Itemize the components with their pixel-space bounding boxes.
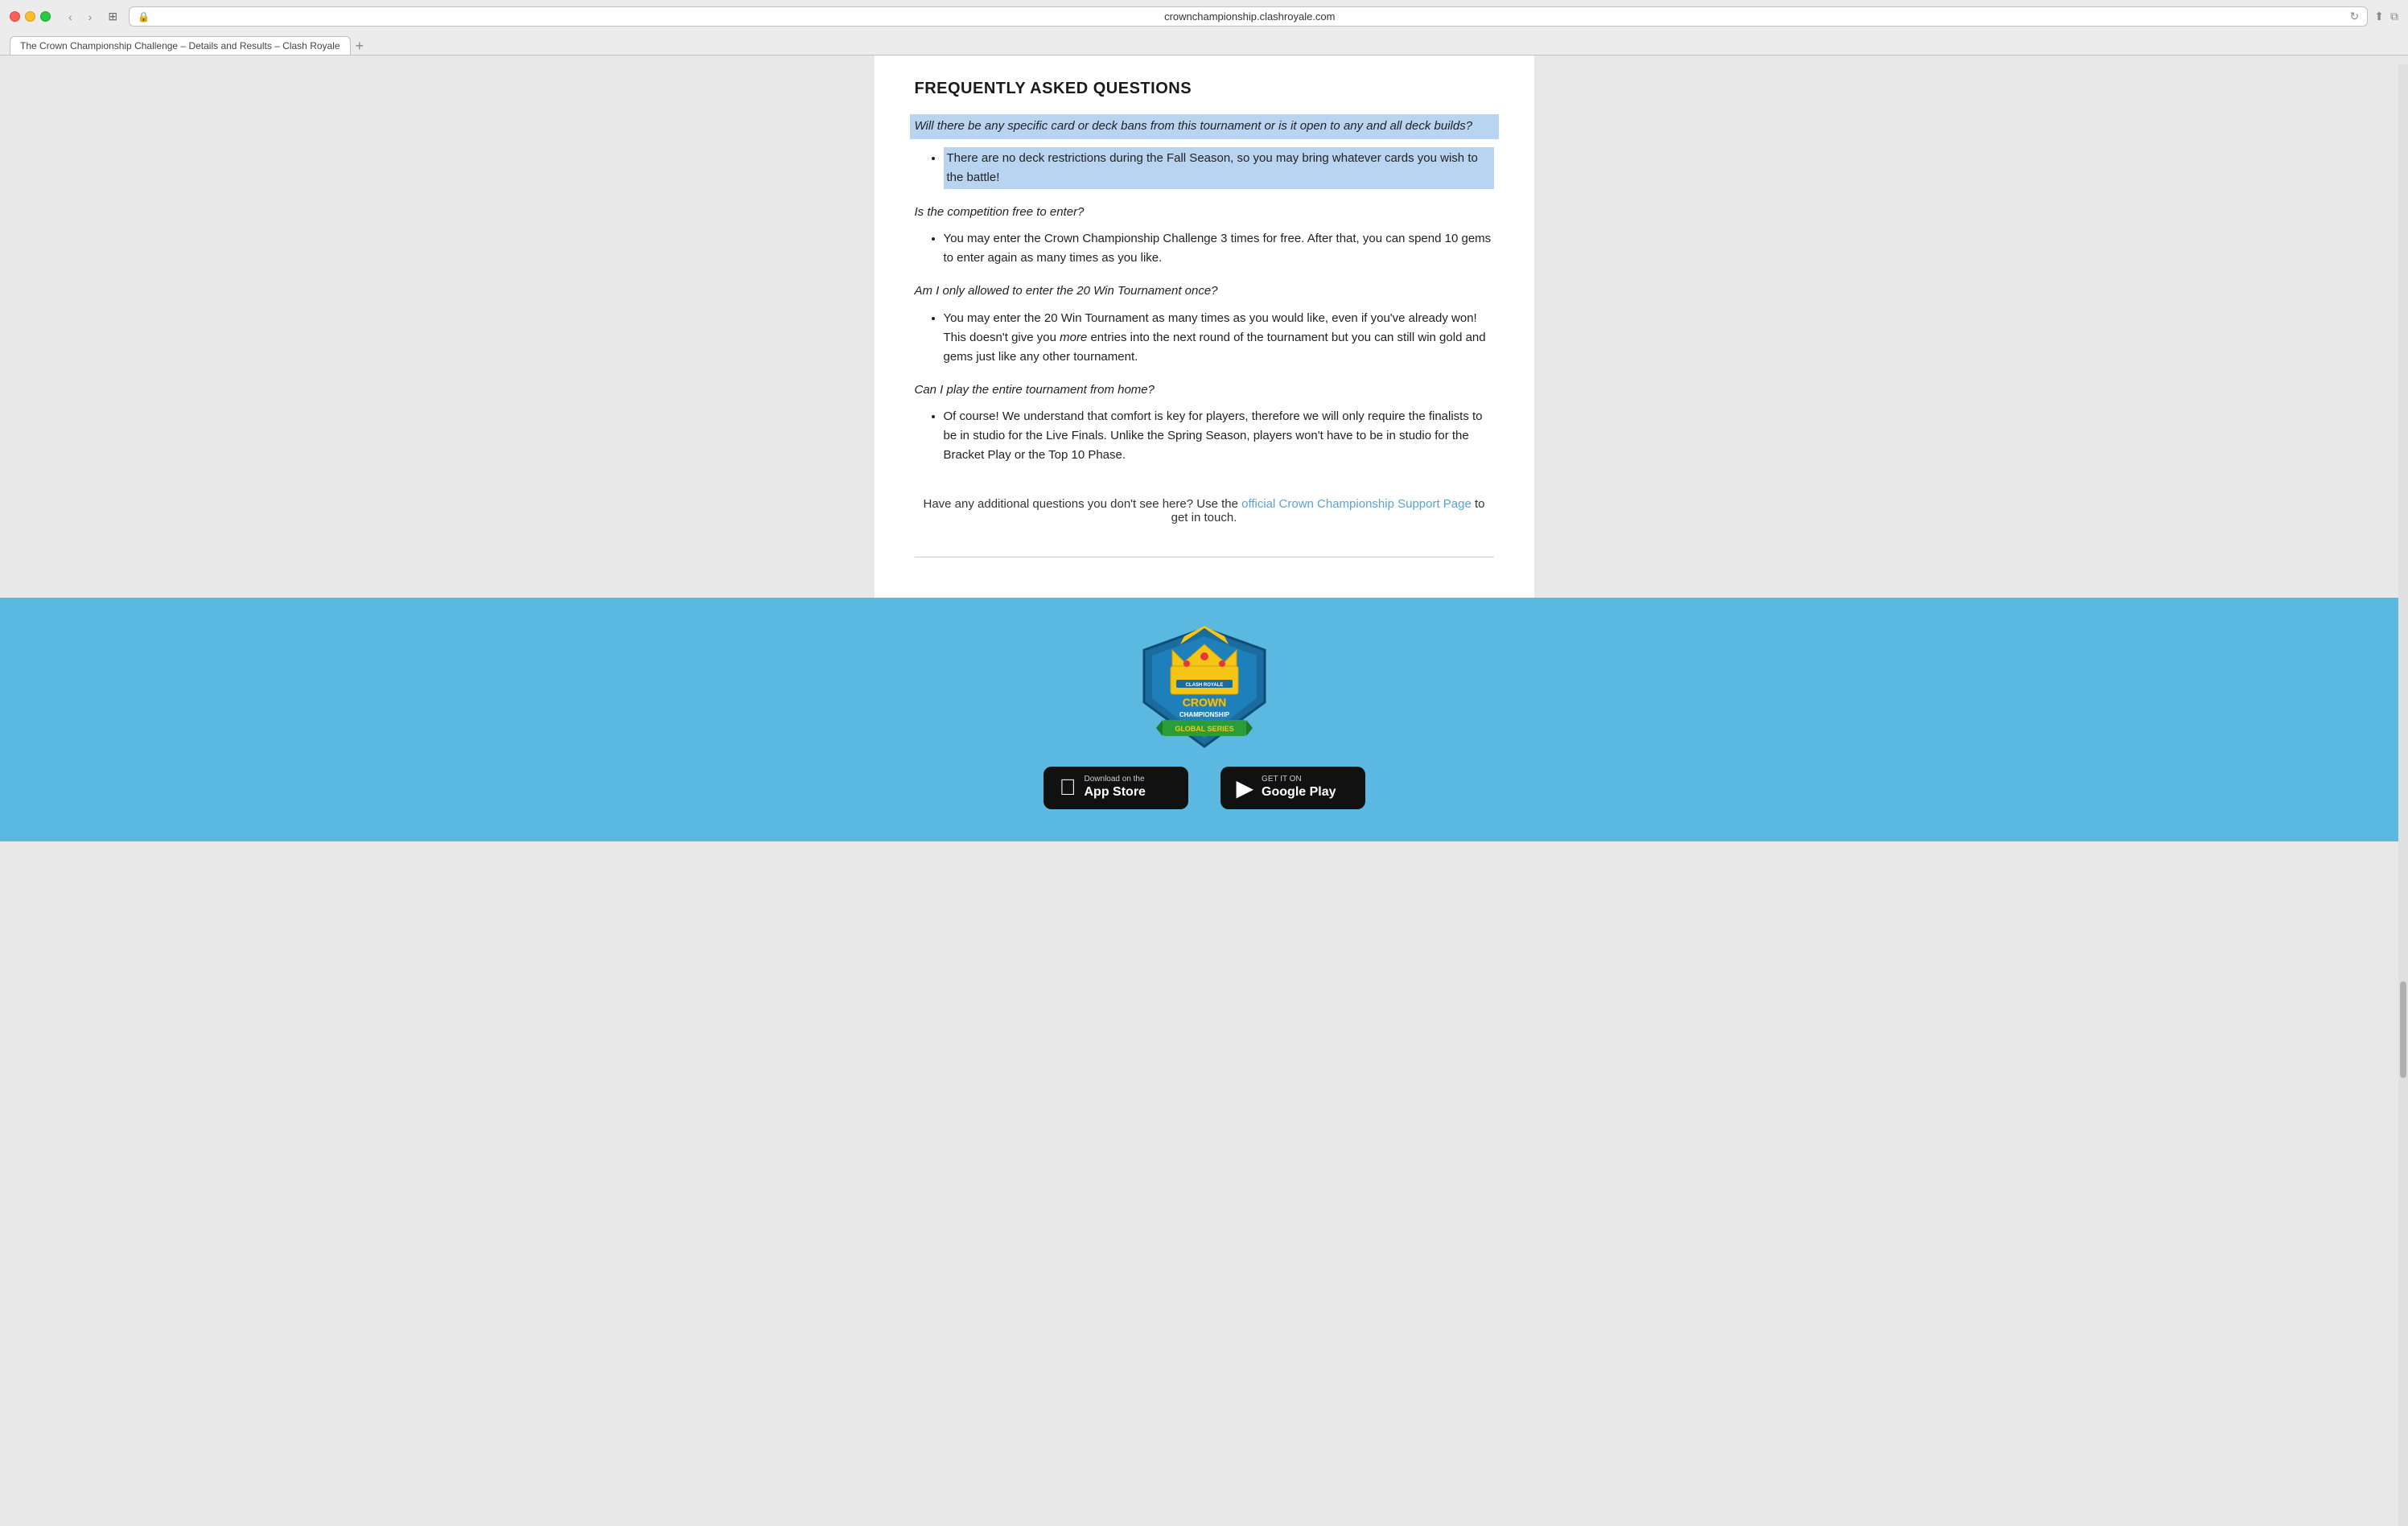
faq-question-4: Can I play the entire tournament from ho… <box>915 381 1494 400</box>
faq-question-3: Am I only allowed to enter the 20 Win To… <box>915 282 1494 301</box>
support-text-before: Have any additional questions you don't … <box>923 497 1241 511</box>
faq-answer-2: You may enter the Crown Championship Cha… <box>931 229 1494 268</box>
google-play-icon: ▶ <box>1237 775 1254 801</box>
tab-view-button[interactable]: ⊞ <box>103 8 122 25</box>
lock-icon: 🔒 <box>138 11 150 23</box>
title-bar: ‹ › ⊞ 🔒 crownchampionship.clashroyale.co… <box>10 6 2398 33</box>
close-button[interactable] <box>10 11 20 22</box>
svg-text:GLOBAL SERIES: GLOBAL SERIES <box>1175 725 1233 733</box>
address-bar[interactable]: 🔒 crownchampionship.clashroyale.com ↻ <box>129 6 2368 27</box>
content-card: FREQUENTLY ASKED QUESTIONS Will there be… <box>875 56 1534 598</box>
app-store-button[interactable]:  Download on the App Store <box>1043 767 1188 809</box>
back-button[interactable]: ‹ <box>64 9 77 25</box>
forward-button[interactable]: › <box>84 9 97 25</box>
active-tab[interactable]: The Crown Championship Challenge – Detai… <box>10 36 351 55</box>
app-store-name: App Store <box>1085 784 1146 801</box>
faq-section: FREQUENTLY ASKED QUESTIONS Will there be… <box>915 80 1494 557</box>
store-buttons:  Download on the App Store ▶ GET IT ON … <box>1043 767 1365 809</box>
reload-button[interactable]: ↻ <box>2350 10 2360 23</box>
faq-answer-item-2: You may enter the Crown Championship Cha… <box>944 229 1494 268</box>
apple-icon:  <box>1060 775 1076 800</box>
browser-chrome: ‹ › ⊞ 🔒 crownchampionship.clashroyale.co… <box>0 0 2408 56</box>
traffic-lights <box>10 11 51 22</box>
faq-question-2: Is the competition free to enter? <box>915 204 1494 222</box>
new-tab-sidebar-button[interactable]: ⧉ <box>2390 10 2398 23</box>
faq-answer-1: There are no deck restrictions during th… <box>931 147 1494 189</box>
share-button[interactable]: ⬆ <box>2374 10 2384 23</box>
faq-answer-item-3: You may enter the 20 Win Tournament as m… <box>944 309 1494 367</box>
minimize-button[interactable] <box>25 11 35 22</box>
google-play-text: GET IT ON Google Play <box>1262 775 1336 801</box>
svg-text:CHAMPIONSHIP: CHAMPIONSHIP <box>1179 711 1229 718</box>
faq-answer-4: Of course! We understand that comfort is… <box>931 407 1494 465</box>
google-play-name: Google Play <box>1262 784 1336 801</box>
scrollbar[interactable] <box>2398 64 2408 1526</box>
google-play-sub: GET IT ON <box>1262 775 1336 784</box>
crown-championship-logo: CLASH ROYALE CROWN CHAMPIONSHIP GLOBAL S… <box>1132 622 1277 751</box>
faq-answer-3: You may enter the 20 Win Tournament as m… <box>931 309 1494 367</box>
scrollbar-thumb[interactable] <box>2400 981 2406 1078</box>
support-text: Have any additional questions you don't … <box>915 497 1494 524</box>
support-link[interactable]: official Crown Championship Support Page <box>1241 497 1472 511</box>
browser-actions: ⬆ ⧉ <box>2374 10 2398 23</box>
faq-question-1: Will there be any specific card or deck … <box>910 114 1499 139</box>
faq-heading: FREQUENTLY ASKED QUESTIONS <box>915 80 1494 98</box>
url-text: crownchampionship.clashroyale.com <box>154 10 2345 23</box>
app-store-text: Download on the App Store <box>1085 775 1146 801</box>
fullscreen-button[interactable] <box>40 11 51 22</box>
svg-text:CLASH ROYALE: CLASH ROYALE <box>1185 683 1223 688</box>
faq-answer-item-4: Of course! We understand that comfort is… <box>944 407 1494 465</box>
svg-text:CROWN: CROWN <box>1182 696 1225 709</box>
page-wrapper: FREQUENTLY ASKED QUESTIONS Will there be… <box>0 56 2408 1517</box>
tab-bar: The Crown Championship Challenge – Detai… <box>10 33 2398 55</box>
app-store-sub: Download on the <box>1085 775 1146 784</box>
footer: CLASH ROYALE CROWN CHAMPIONSHIP GLOBAL S… <box>0 598 2408 841</box>
new-tab-button[interactable]: + <box>356 39 364 53</box>
google-play-button[interactable]: ▶ GET IT ON Google Play <box>1220 767 1365 809</box>
faq-answer-item-1: There are no deck restrictions during th… <box>944 147 1494 189</box>
